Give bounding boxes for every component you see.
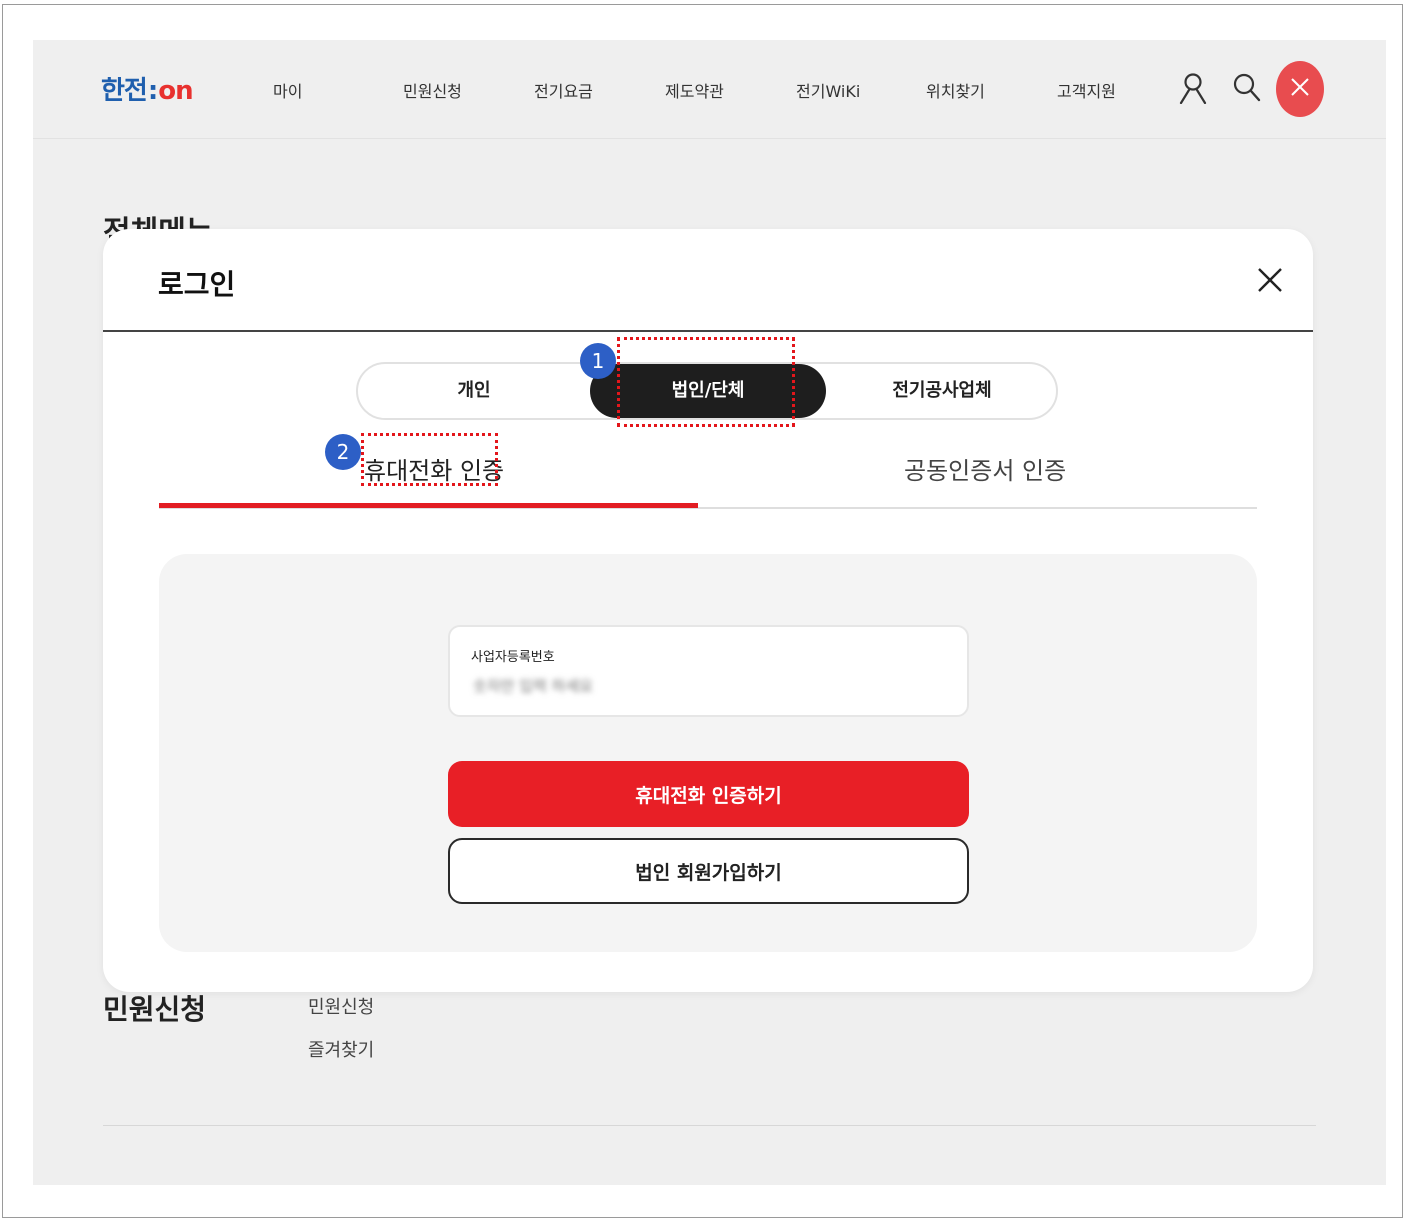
login-form-panel: 사업자등록번호 휴대전화 인증하기 법인 회원가입하기 (159, 554, 1257, 952)
annotation-box-2 (361, 433, 498, 486)
logo-text: 한전 (101, 76, 148, 106)
nav-item-electric-bill[interactable]: 전기요금 (534, 78, 593, 102)
section-title-civil: 민원신청 (103, 993, 207, 1026)
close-icon (1289, 76, 1311, 102)
nav-item-support[interactable]: 고객지원 (1057, 78, 1116, 102)
nav-item-location[interactable]: 위치찾기 (926, 78, 985, 102)
modal-close-icon[interactable] (1255, 265, 1285, 299)
section-link-favorites[interactable]: 즐겨찾기 (308, 1036, 374, 1062)
site-logo[interactable]: 한전 : on (101, 70, 194, 107)
subtab-certificate-auth[interactable]: 공동인증서 인증 (904, 451, 1066, 486)
logo-on-text: on (158, 76, 193, 106)
nav-item-terms[interactable]: 제도약관 (665, 78, 724, 102)
business-number-input[interactable] (471, 671, 775, 701)
annotation-badge-2: 2 (325, 434, 361, 470)
nav-item-wiki[interactable]: 전기WiKi (796, 78, 860, 102)
modal-title: 로그인 (158, 268, 236, 301)
section-divider (103, 1125, 1316, 1126)
site-header: 한전 : on 마이 민원신청 전기요금 제도약관 전기WiKi 위치찾기 고객… (33, 40, 1386, 139)
business-number-field[interactable]: 사업자등록번호 (448, 625, 969, 717)
annotation-badge-1: 1 (580, 343, 616, 379)
annotation-box-1 (617, 337, 795, 427)
tab-electrical-contractor[interactable]: 전기공사업체 (826, 364, 1058, 418)
user-icon[interactable] (1178, 72, 1208, 108)
modal-divider (103, 330, 1313, 332)
logo-colon: : (147, 76, 158, 106)
tab-individual[interactable]: 개인 (358, 364, 590, 418)
login-modal: 로그인 개인 법인/단체 전기공사업체 1 휴대전화 인증 공동인증서 인증 2 (103, 229, 1313, 992)
nav-item-my[interactable]: 마이 (273, 78, 302, 102)
nav-item-civil-request[interactable]: 민원신청 (403, 78, 462, 102)
business-number-label: 사업자등록번호 (471, 650, 555, 665)
screenshot-frame: 한전 : on 마이 민원신청 전기요금 제도약관 전기WiKi 위치찾기 고객… (2, 4, 1403, 1218)
phone-auth-button[interactable]: 휴대전화 인증하기 (448, 761, 969, 827)
corporate-signup-button[interactable]: 법인 회원가입하기 (448, 838, 969, 904)
section-link-civil-request[interactable]: 민원신청 (308, 993, 374, 1019)
menu-close-button[interactable] (1276, 61, 1324, 117)
subtab-active-indicator (159, 503, 698, 508)
search-icon[interactable] (1232, 72, 1262, 108)
